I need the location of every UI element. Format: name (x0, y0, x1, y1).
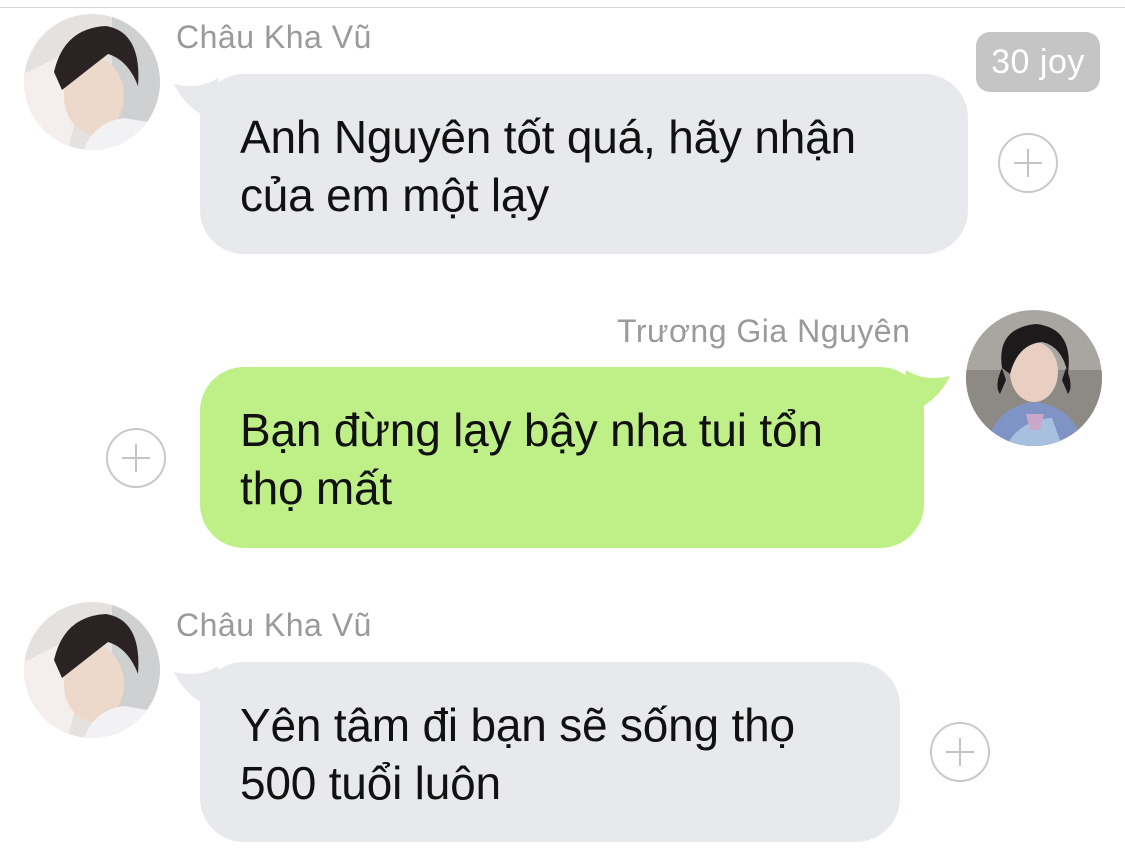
plus-circle-icon[interactable] (998, 133, 1058, 193)
message-text-line: Yên tâm đi bạn sẽ sống thọ (240, 699, 795, 751)
message-text-line: Anh Nguyên tốt quá, hãy nhận (240, 111, 856, 163)
sender-name: Trương Gia Nguyên (617, 313, 911, 349)
avatar[interactable] (24, 14, 160, 150)
avatar[interactable] (24, 602, 160, 738)
avatar-photo (24, 14, 160, 150)
message-bubble[interactable]: Anh Nguyên tốt quá, hãy nhận của em một … (200, 74, 968, 254)
message-bubble[interactable]: Yên tâm đi bạn sẽ sống thọ 500 tuổi luôn (200, 662, 900, 842)
avatar-photo (24, 602, 160, 738)
plus-circle-icon[interactable] (930, 722, 990, 782)
avatar-photo (966, 310, 1102, 446)
message-bubble[interactable]: Bạn đừng lạy bậy nha tui tổn thọ mất (200, 367, 924, 548)
plus-circle-icon[interactable] (106, 428, 166, 488)
message-text-line: 500 tuổi luôn (240, 757, 501, 809)
message-text-line: Bạn đừng lạy bậy nha tui tổn (240, 404, 823, 456)
sender-name: Châu Kha Vũ (176, 19, 372, 55)
avatar[interactable] (966, 310, 1102, 446)
sender-name: Châu Kha Vũ (176, 607, 372, 643)
top-divider (0, 7, 1125, 8)
joy-count-badge[interactable]: 30 joy (976, 32, 1100, 92)
message-text-line: của em một lạy (240, 169, 550, 221)
message-text-line: thọ mất (240, 462, 393, 514)
